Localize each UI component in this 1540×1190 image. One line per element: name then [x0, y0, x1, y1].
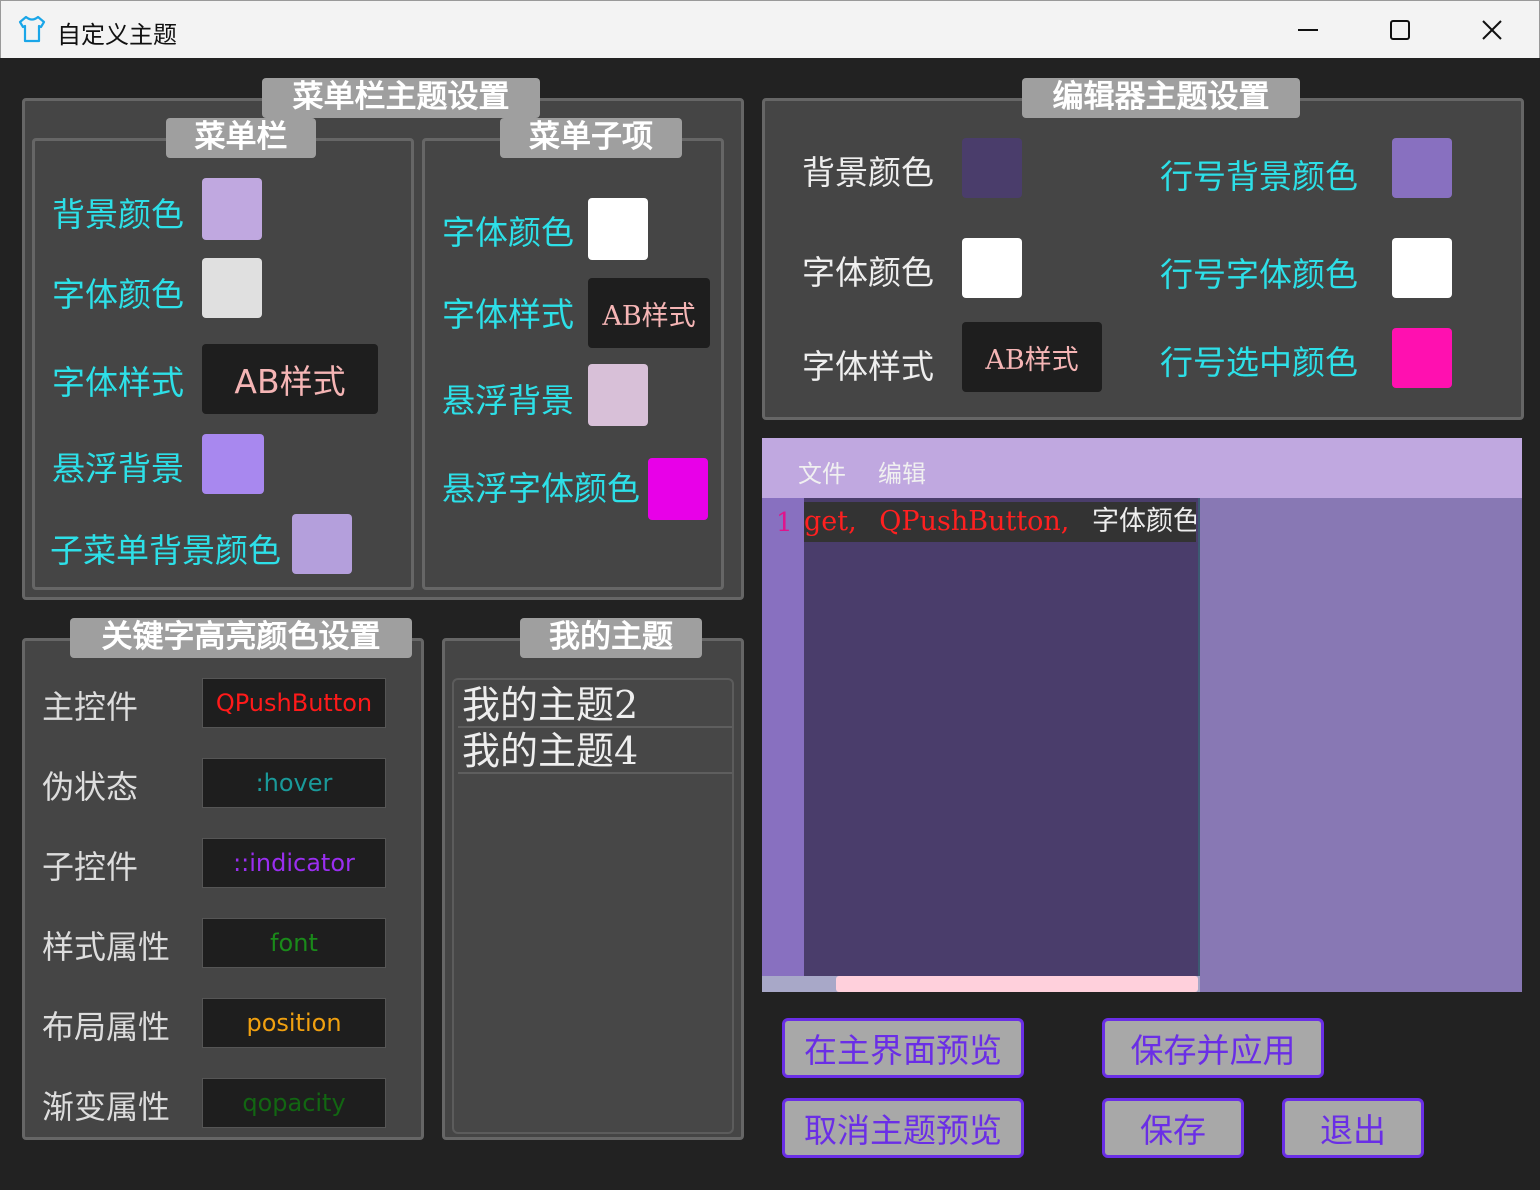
code-token-white: 字体颜色: [1092, 506, 1196, 537]
keyword-pseudo-field[interactable]: :hover: [202, 758, 386, 808]
keyword-label-pseudo: 伪状态: [42, 768, 139, 806]
menu-item-title: 菜单子项: [500, 118, 682, 158]
menu-item-font-color-swatch[interactable]: [588, 198, 648, 260]
theme-list[interactable]: 我的主题2 我的主题4: [452, 678, 734, 1134]
code-token-red: QPushButton,: [879, 506, 1070, 537]
submenu-bg-swatch[interactable]: [292, 514, 352, 574]
keyword-main-field[interactable]: QPushButton: [202, 678, 386, 728]
menubar-bg-label: 背景颜色: [52, 195, 184, 234]
menu-item-hover-font-label: 悬浮字体颜色: [442, 469, 640, 508]
keyword-label-main: 主控件: [42, 688, 139, 726]
cancel-preview-button[interactable]: 取消主题预览: [782, 1098, 1024, 1158]
line-font-swatch[interactable]: [1392, 238, 1452, 298]
shirt-icon: [18, 15, 46, 43]
menu-item-font-style-label: 字体样式: [442, 295, 574, 334]
keyword-title: 关键字高亮颜色设置: [70, 618, 412, 658]
close-icon[interactable]: [1475, 13, 1509, 47]
preview-menu-edit[interactable]: 编辑: [878, 454, 926, 489]
menubar-hover-bg-swatch[interactable]: [202, 434, 264, 494]
window-title: 自定义主题: [57, 21, 177, 49]
menubar-title: 菜单栏: [166, 118, 316, 158]
menu-item-hover-bg-swatch[interactable]: [588, 364, 648, 426]
my-themes-title: 我的主题: [520, 618, 702, 658]
save-button[interactable]: 保存: [1102, 1098, 1244, 1158]
minimize-icon[interactable]: [1291, 13, 1325, 47]
list-item[interactable]: 我的主题4: [458, 728, 732, 774]
horizontal-scrollbar[interactable]: [762, 976, 1200, 992]
editor-font-color-label: 字体颜色: [802, 253, 934, 292]
keyword-label-gradient: 渐变属性: [42, 1088, 171, 1126]
menubar-bg-swatch[interactable]: [202, 178, 262, 240]
keyword-label-sub: 子控件: [42, 848, 139, 886]
keyword-label-layout: 布局属性: [42, 1008, 171, 1046]
menubar-theme-title: 菜单栏主题设置: [262, 78, 540, 118]
keyword-sub-field[interactable]: ::indicator: [202, 838, 386, 888]
title-bar: 自定义主题: [0, 0, 1540, 58]
line-bg-swatch[interactable]: [1392, 138, 1452, 198]
menu-item-font-style-button[interactable]: AB样式: [588, 278, 710, 348]
submenu-bg-label: 子菜单背景颜色: [50, 531, 281, 570]
line-bg-label: 行号背景颜色: [1160, 157, 1358, 196]
menu-item-hover-font-swatch[interactable]: [648, 458, 708, 520]
list-item[interactable]: 我的主题2: [458, 682, 732, 728]
code-line: get, QPushButton, 字体颜色: [804, 502, 1196, 542]
menubar-font-color-swatch[interactable]: [202, 258, 262, 318]
preview-main-button[interactable]: 在主界面预览: [782, 1018, 1024, 1078]
menubar-hover-bg-label: 悬浮背景: [52, 449, 184, 488]
editor-font-style-button[interactable]: AB样式: [962, 322, 1102, 392]
exit-button[interactable]: 退出: [1282, 1098, 1424, 1158]
menu-item-hover-bg-label: 悬浮背景: [442, 381, 574, 420]
keyword-style-field[interactable]: font: [202, 918, 386, 968]
editor-preview: 文件 编辑 1 get, QPushButton, 字体颜色: [762, 438, 1522, 992]
scrollbar-handle[interactable]: [836, 976, 1198, 992]
editor-theme-title: 编辑器主题设置: [1022, 78, 1300, 118]
keyword-layout-field[interactable]: position: [202, 998, 386, 1048]
code-area[interactable]: get, QPushButton, 字体颜色: [804, 498, 1200, 976]
editor-bg-swatch[interactable]: [962, 138, 1022, 198]
code-token-red: get,: [804, 506, 857, 537]
line-sel-swatch[interactable]: [1392, 328, 1452, 388]
menu-item-font-color-label: 字体颜色: [442, 213, 574, 252]
menubar-font-style-button[interactable]: AB样式: [202, 344, 378, 414]
editor-bg-label: 背景颜色: [802, 153, 934, 192]
editor-font-color-swatch[interactable]: [962, 238, 1022, 298]
menubar-font-style-label: 字体样式: [52, 363, 184, 402]
line-font-label: 行号字体颜色: [1160, 255, 1358, 294]
save-apply-button[interactable]: 保存并应用: [1102, 1018, 1324, 1078]
preview-menubar: 文件 编辑: [762, 438, 1522, 498]
line-sel-label: 行号选中颜色: [1160, 343, 1358, 382]
keyword-gradient-field[interactable]: qopacity: [202, 1078, 386, 1128]
editor-font-style-label: 字体样式: [802, 347, 934, 386]
line-number-gutter: 1: [762, 498, 804, 976]
maximize-icon[interactable]: [1383, 13, 1417, 47]
keyword-label-style: 样式属性: [42, 928, 171, 966]
line-number: 1: [776, 508, 793, 538]
menubar-font-color-label: 字体颜色: [52, 275, 184, 314]
preview-menu-file[interactable]: 文件: [798, 454, 846, 489]
